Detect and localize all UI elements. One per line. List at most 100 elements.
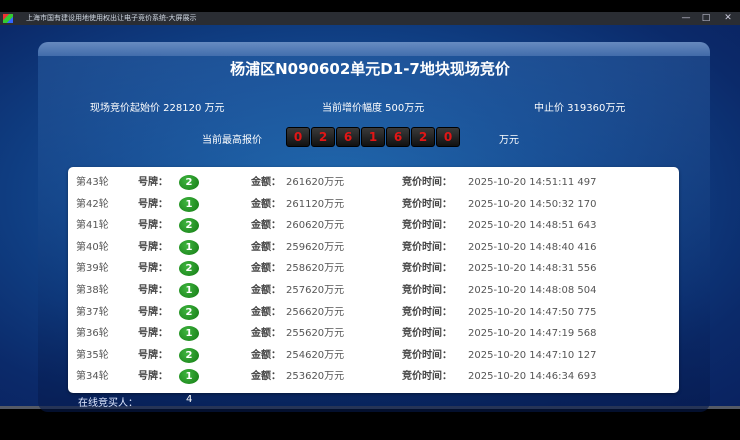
round-label: 第37轮 xyxy=(76,306,109,318)
amount-value: 261620万元 xyxy=(286,177,345,188)
amount-label: 金额： xyxy=(251,177,281,188)
price-digit: 6 xyxy=(386,127,410,147)
round-label: 第42轮 xyxy=(76,198,109,210)
bid-row: 第38轮 号牌： 1 金额： 257620万元 竞价时间： 2025-10-20 14:48… xyxy=(68,280,679,301)
time-value: 2025-10-20 14:47:50 775 xyxy=(468,306,597,318)
bid-row: 第42轮 号牌： 1 金额： 261120万元 竞价时间： 2025-10-20 14:50… xyxy=(68,194,679,215)
price-digit: 2 xyxy=(311,127,335,147)
amount-label: 金额： xyxy=(251,328,281,340)
amount-label: 金额： xyxy=(251,349,281,361)
round-label: 第34轮 xyxy=(76,371,109,383)
screen-top-bar xyxy=(0,0,740,12)
plate-label: 号牌： xyxy=(138,220,168,232)
time-label: 竞价时间： xyxy=(402,177,452,188)
close-button[interactable]: ✕ xyxy=(718,12,738,25)
plate-badge: 2 xyxy=(179,175,199,190)
bid-row: 第39轮 号牌： 2 金额： 258620万元 竞价时间： 2025-10-20 14:48… xyxy=(68,258,679,279)
app-icon xyxy=(3,14,13,23)
time-value: 2025-10-20 14:48:31 556 xyxy=(468,263,597,275)
amount-value: 257620万元 xyxy=(286,285,345,296)
time-value: 2025-10-20 14:51:11 497 xyxy=(468,177,597,188)
highest-price-unit: 万元 xyxy=(499,135,519,146)
time-value: 2025-10-20 14:47:19 568 xyxy=(468,328,597,340)
amount-value: 255620万元 xyxy=(286,328,345,340)
highest-price-label: 当前最高报价 xyxy=(202,135,262,146)
start-price: 现场竞价起始价 228120 万元 xyxy=(90,103,225,114)
plate-label: 号牌： xyxy=(138,241,168,253)
time-label: 竞价时间： xyxy=(402,263,452,275)
time-value: 2025-10-20 14:50:32 170 xyxy=(468,198,597,210)
plate-label: 号牌： xyxy=(138,285,168,296)
plate-badge: 2 xyxy=(179,304,199,320)
plate-label: 号牌： xyxy=(138,263,168,275)
amount-value: 260620万元 xyxy=(286,220,345,232)
plate-badge: 1 xyxy=(179,239,199,255)
minimize-button[interactable]: — xyxy=(676,12,696,25)
time-value: 2025-10-20 14:47:10 127 xyxy=(468,349,597,361)
round-label: 第36轮 xyxy=(76,328,109,340)
round-label: 第38轮 xyxy=(76,285,109,296)
plate-badge: 1 xyxy=(179,283,199,298)
time-label: 竞价时间： xyxy=(402,285,452,296)
time-label: 竞价时间： xyxy=(402,220,452,232)
price-digit: 1 xyxy=(361,127,385,147)
bid-row: 第34轮 号牌： 1 金额： 253620万元 竞价时间： 2025-10-20 14:46… xyxy=(68,366,679,387)
plate-badge: 2 xyxy=(179,218,199,234)
online-bidders-label: 在线竞买人： xyxy=(78,398,138,409)
price-digit: 6 xyxy=(336,127,360,147)
plate-badge: 1 xyxy=(179,369,199,385)
amount-label: 金额： xyxy=(251,220,281,232)
bid-row: 第43轮 号牌： 2 金额： 261620万元 竞价时间： 2025-10-20 14:51… xyxy=(68,172,679,193)
price-digit: 0 xyxy=(286,127,310,147)
bid-row: 第41轮 号牌： 2 金额： 260620万元 竞价时间： 2025-10-20 14:48… xyxy=(68,215,679,236)
amount-label: 金额： xyxy=(251,198,281,210)
plate-badge: 2 xyxy=(179,347,199,363)
amount-label: 金额： xyxy=(251,241,281,253)
price-digit: 2 xyxy=(411,127,435,147)
amount-value: 254620万元 xyxy=(286,349,345,361)
bid-history-table: 第43轮 号牌： 2 金额： 261620万元 竞价时间： 2025-10-20 14:51… xyxy=(68,167,679,393)
plate-label: 号牌： xyxy=(138,371,168,383)
time-value: 2025-10-20 14:48:51 643 xyxy=(468,220,597,232)
price-digit: 0 xyxy=(436,127,460,147)
time-label: 竞价时间： xyxy=(402,371,452,383)
plate-label: 号牌： xyxy=(138,306,168,318)
plate-badge: 2 xyxy=(179,261,199,277)
online-bidders-count: 4 xyxy=(186,394,193,405)
window-title: 上海市国有建设用地使用权出让电子竞价系统-大屏展示 xyxy=(26,14,197,22)
round-label: 第35轮 xyxy=(76,349,109,361)
time-label: 竞价时间： xyxy=(402,241,452,253)
bid-row: 第36轮 号牌： 1 金额： 255620万元 竞价时间： 2025-10-20 14:47… xyxy=(68,323,679,344)
plate-label: 号牌： xyxy=(138,349,168,361)
time-label: 竞价时间： xyxy=(402,306,452,318)
amount-label: 金额： xyxy=(251,371,281,383)
bid-row: 第35轮 号牌： 2 金额： 254620万元 竞价时间： 2025-10-20 14:47… xyxy=(68,345,679,366)
maximize-button[interactable]: □ xyxy=(696,12,716,25)
amount-label: 金额： xyxy=(251,263,281,275)
time-label: 竞价时间： xyxy=(402,349,452,361)
window-titlebar: 上海市国有建设用地使用权出让电子竞价系统-大屏展示 — □ ✕ xyxy=(0,12,740,25)
amount-label: 金额： xyxy=(251,285,281,296)
amount-value: 261120万元 xyxy=(286,198,345,210)
time-label: 竞价时间： xyxy=(402,328,452,340)
round-label: 第39轮 xyxy=(76,263,109,275)
bid-row: 第40轮 号牌： 1 金额： 259620万元 竞价时间： 2025-10-20 14:48… xyxy=(68,237,679,258)
time-value: 2025-10-20 14:48:40 416 xyxy=(468,241,597,253)
bid-row: 第37轮 号牌： 2 金额： 256620万元 竞价时间： 2025-10-20 14:47… xyxy=(68,302,679,323)
round-label: 第40轮 xyxy=(76,241,109,253)
round-label: 第41轮 xyxy=(76,220,109,232)
time-label: 竞价时间： xyxy=(402,198,452,210)
plate-badge: 1 xyxy=(179,326,199,342)
highest-price-display: 0261620 xyxy=(286,127,460,147)
round-label: 第43轮 xyxy=(76,177,109,188)
page-title: 杨浦区N090602单元D1-7地块现场竞价 xyxy=(230,60,510,78)
stop-price: 中止价 319360万元 xyxy=(534,103,626,114)
amount-value: 259620万元 xyxy=(286,241,345,253)
plate-label: 号牌： xyxy=(138,328,168,340)
time-value: 2025-10-20 14:46:34 693 xyxy=(468,371,597,383)
amount-value: 253620万元 xyxy=(286,371,345,383)
plate-label: 号牌： xyxy=(138,198,168,210)
amount-label: 金额： xyxy=(251,306,281,318)
plate-label: 号牌： xyxy=(138,177,168,188)
increment: 当前增价幅度 500万元 xyxy=(322,103,425,114)
